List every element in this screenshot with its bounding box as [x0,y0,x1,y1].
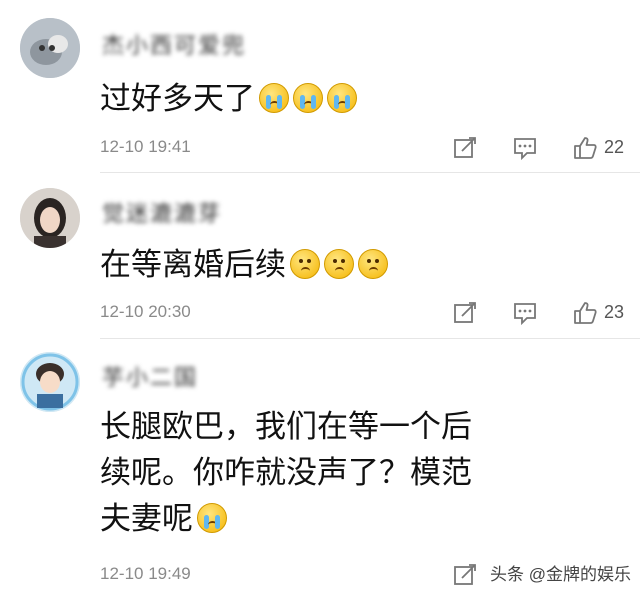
comment-text-content: 在等离婚后续 [100,247,286,283]
pleading-face-emoji [358,249,388,279]
like-count: 22 [604,137,625,157]
username-text: 芋小二国 [102,365,199,390]
username-text: 觉迷漉漉芽 [102,201,223,226]
divider [100,172,640,173]
share-icon[interactable] [452,135,478,161]
username[interactable]: 杰小西可爱兜 [102,28,246,60]
comment-time: 12-10 19:49 [100,564,191,583]
comment-time: 12-10 19:41 [100,137,191,156]
comment-text-content: 过好多天了 [100,81,255,117]
username-text: 杰小西可爱兜 [102,33,247,58]
comment-meta: 12-10 20:30 23 [0,298,640,328]
comment-icon[interactable] [512,135,538,161]
pleading-face-emoji [324,249,354,279]
crying-face-emoji [197,503,227,533]
comment-text-line: 夫妻呢 [100,496,610,542]
username[interactable]: 觉迷漉漉芽 [102,196,222,228]
thumbs-up-icon[interactable] [572,300,598,326]
share-icon[interactable] [452,562,478,588]
username[interactable]: 芋小二国 [102,360,198,392]
comment-text-content: 夫妻呢 [100,501,193,537]
avatar[interactable] [20,18,80,78]
comment-meta: 12-10 19:41 22 [0,133,640,163]
thumbs-up-icon[interactable] [572,135,598,161]
crying-face-emoji [327,83,357,113]
comment-icon[interactable] [512,300,538,326]
like-count: 23 [604,302,625,322]
comment-text-line: 长腿欧巴，我们在等一个后 [100,409,472,445]
crying-face-emoji [293,83,323,113]
comment-time: 12-10 20:30 [100,302,191,321]
comment-text-line: 续呢。你咋就没声了？模范 [100,455,472,491]
share-icon[interactable] [452,300,478,326]
divider [100,338,640,339]
comment-text: 过好多天了 [100,76,610,122]
avatar[interactable] [20,352,80,412]
watermark: 头条 @金牌的娱乐 [490,565,631,584]
comment-text: 长腿欧巴，我们在等一个后 续呢。你咋就没声了？模范 夫妻呢 [100,404,610,542]
comment-text: 在等离婚后续 [100,242,610,288]
pleading-face-emoji [290,249,320,279]
avatar[interactable] [20,188,80,248]
crying-face-emoji [259,83,289,113]
